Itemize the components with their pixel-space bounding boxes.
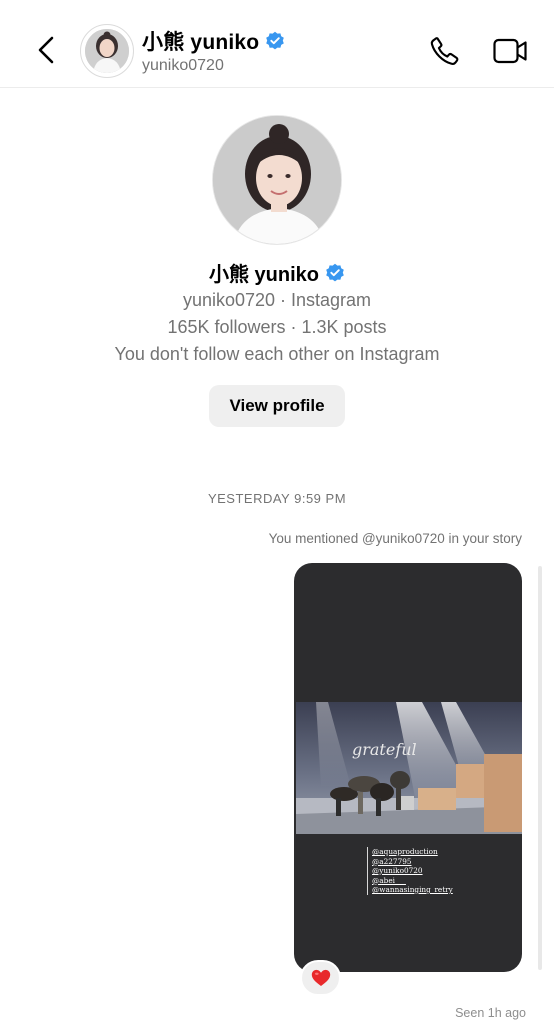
story-tag: @aquaproduction <box>372 847 438 856</box>
story-mention-note: You mentioned @yuniko0720 in your story <box>268 531 522 546</box>
header-username: yuniko0720 <box>142 57 224 74</box>
story-tag-list: @aquaproduction @a227795 @yuniko0720 @ab… <box>367 847 453 895</box>
heart-reaction-badge[interactable] <box>300 960 341 996</box>
header-display-name: 小熊 yuniko <box>142 31 260 54</box>
story-overlay-text: grateful <box>352 740 417 759</box>
profile-stats-line: 165K followers · 1.3K posts <box>167 317 387 337</box>
header-avatar[interactable] <box>80 24 134 78</box>
story-tag: @wannasinging_retry <box>372 885 453 894</box>
phone-icon <box>430 37 459 65</box>
message-timestamp: YESTERDAY 9:59 PM <box>207 491 347 506</box>
view-profile-button[interactable]: View profile <box>209 385 345 427</box>
audio-call-button[interactable] <box>428 34 462 68</box>
back-chevron-icon <box>38 36 54 64</box>
chat-header: 小熊 yuniko yuniko0720 <box>0 0 554 88</box>
profile-display-name: 小熊 yuniko <box>208 264 319 286</box>
follow-status-line: You don't follow each other on Instagram <box>114 344 440 364</box>
profile-name-row: 小熊 yuniko <box>0 258 554 287</box>
video-call-button[interactable] <box>492 35 528 67</box>
story-mention-preview[interactable]: grateful @aquaproduction @a227795 @yunik… <box>294 563 522 972</box>
header-name-row[interactable]: 小熊 yuniko <box>142 26 285 56</box>
seen-status: Seen 1h ago <box>455 1006 526 1020</box>
video-camera-icon <box>493 38 527 64</box>
story-tag: @a227795 <box>372 856 412 866</box>
verified-badge-icon <box>266 31 285 50</box>
verified-badge-icon <box>326 263 344 281</box>
heart-icon <box>311 969 330 986</box>
back-button[interactable] <box>30 30 64 70</box>
story-tag: @abei___ <box>372 875 406 885</box>
scrollbar[interactable] <box>538 566 542 970</box>
story-tag: @yuniko0720 <box>372 866 423 875</box>
profile-meta-line: yuniko0720 · Instagram <box>182 290 372 310</box>
story-stage-photo: grateful <box>296 702 522 834</box>
profile-avatar[interactable] <box>212 115 342 245</box>
